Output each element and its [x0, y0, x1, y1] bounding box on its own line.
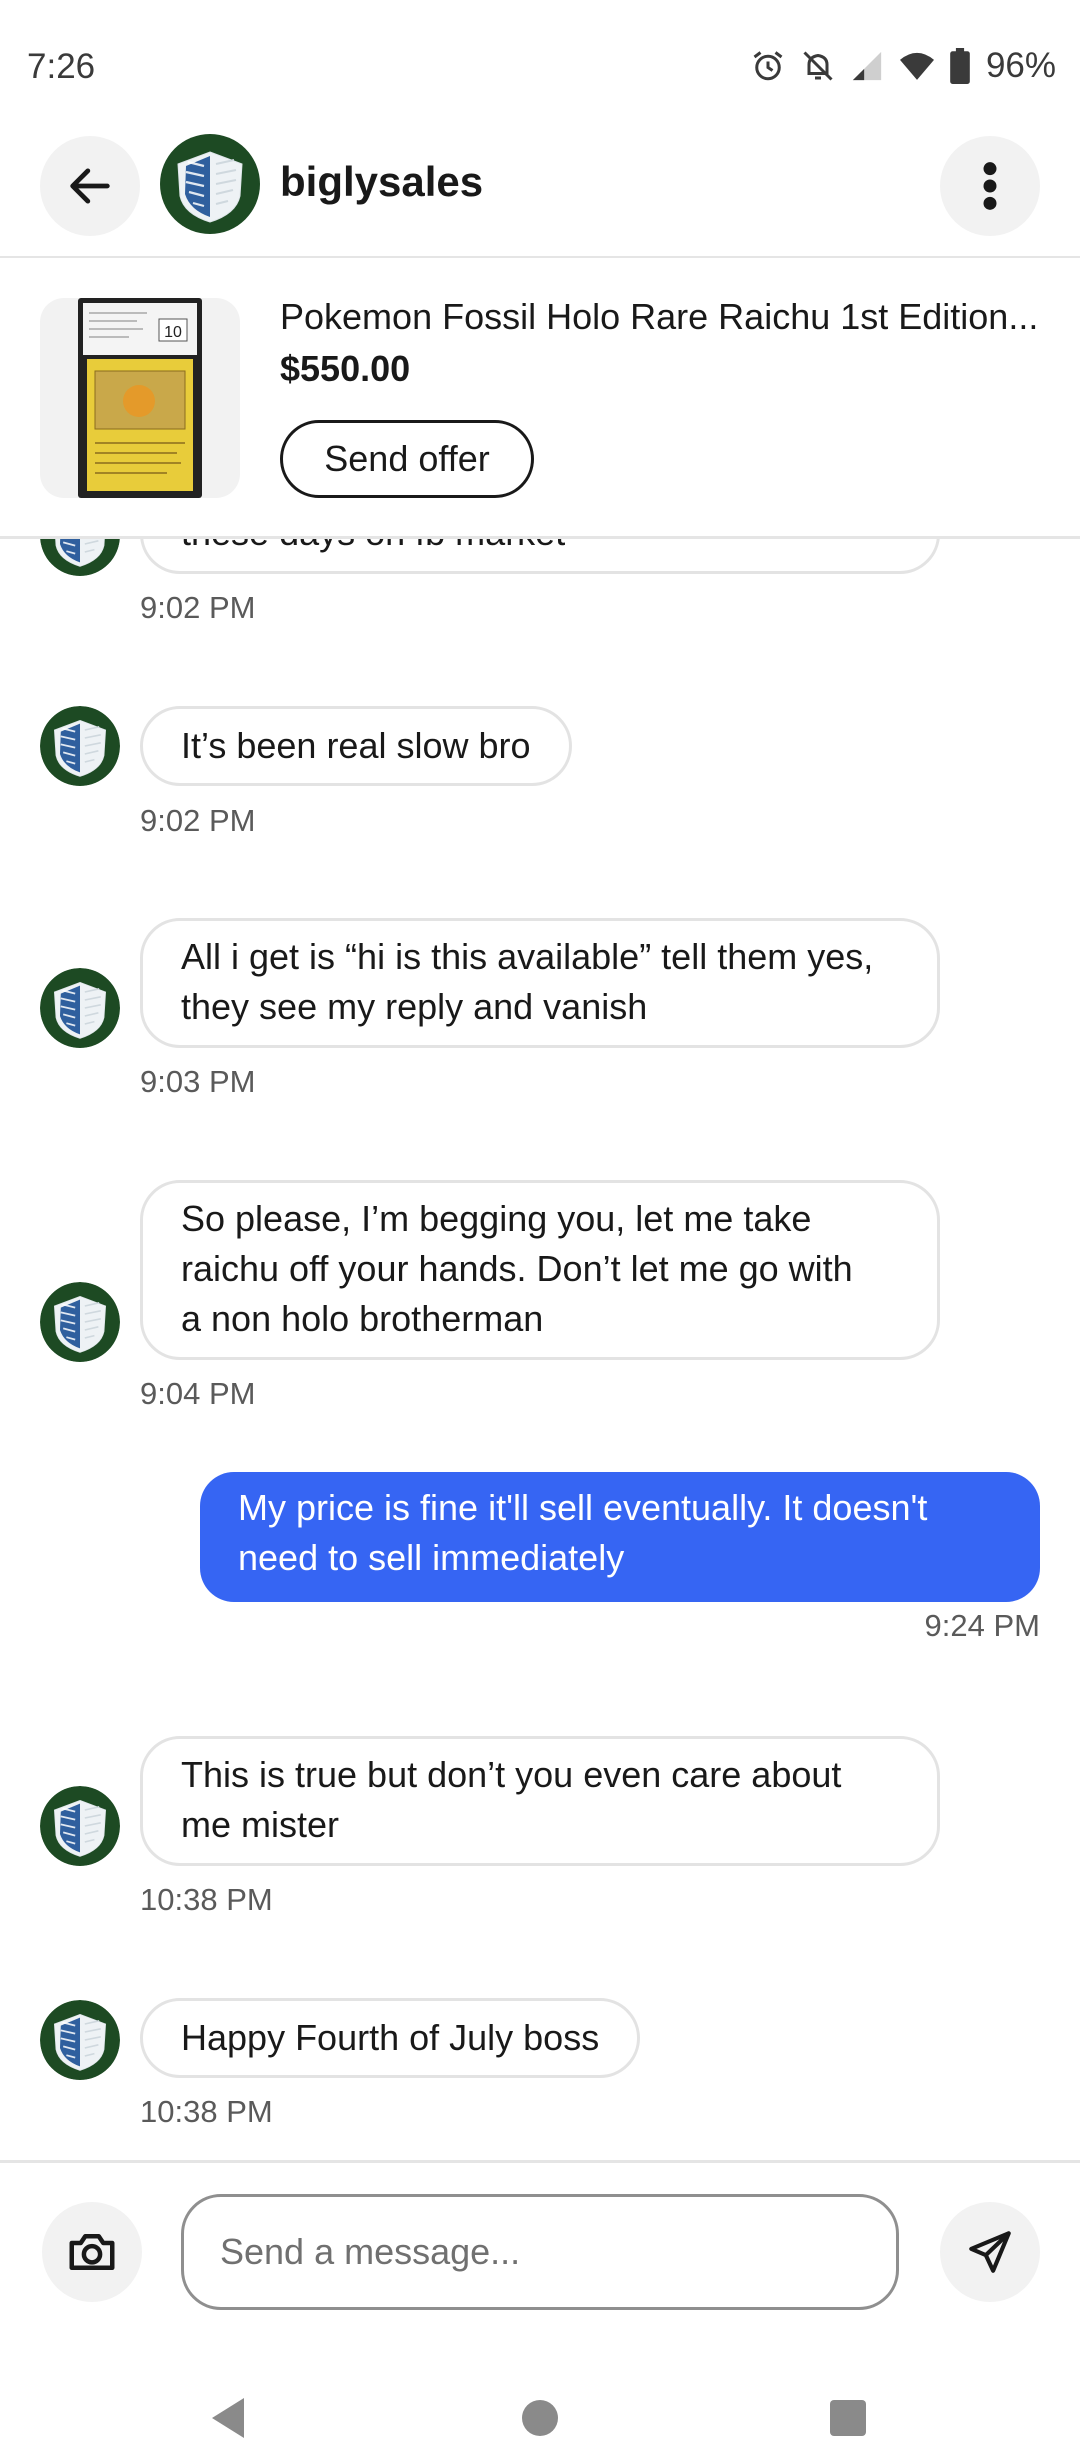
sender-avatar — [40, 2000, 120, 2080]
listing-title[interactable]: Pokemon Fossil Holo Rare Raichu 1st Edit… — [280, 296, 1038, 338]
message-text-line: a non holo brotherman — [181, 1298, 544, 1339]
message-time: 9:02 PM — [140, 803, 256, 838]
seller-avatar[interactable] — [160, 134, 260, 234]
message-text-line: raichu off your hands. Don’t let me go w… — [181, 1248, 853, 1289]
outgoing-message-bubble: My price is fine it'll sell eventually. … — [200, 1472, 1040, 1602]
seller-name[interactable]: biglysales — [280, 158, 483, 206]
message-text-line: My price is fine it'll sell eventually. … — [238, 1487, 928, 1528]
message-time: 9:04 PM — [140, 1376, 256, 1411]
message-input[interactable] — [181, 2194, 899, 2310]
message-text: It’s been real slow bro — [181, 725, 531, 766]
back-button[interactable] — [40, 136, 140, 236]
message-text: Happy Fourth of July boss — [181, 2017, 600, 2058]
send-button[interactable] — [940, 2202, 1040, 2302]
card-grade: 10 — [164, 324, 182, 341]
message-time: 10:38 PM — [140, 2094, 273, 2129]
listing-price: $550.00 — [280, 348, 411, 389]
alarm-icon — [753, 51, 783, 81]
message-text-line: me mister — [181, 1804, 340, 1845]
message-text-line: This is true but don’t you even care abo… — [181, 1754, 842, 1795]
system-nav-bar — [0, 2360, 1080, 2460]
message-text-line: All i get is “hi is this available” tell… — [181, 936, 874, 977]
message-bubble: It’s been real slow bro — [140, 706, 572, 786]
arrow-left-icon — [70, 168, 110, 204]
more-options-button[interactable] — [940, 136, 1040, 236]
sender-avatar — [40, 706, 120, 786]
sender-avatar — [40, 1786, 120, 1866]
sender-avatar — [40, 968, 120, 1048]
message-time: 9:24 PM — [924, 1608, 1040, 1643]
nav-back-icon[interactable] — [208, 2396, 248, 2440]
notifications-off-icon — [803, 51, 833, 81]
message-text-line: need to sell immediately — [238, 1537, 625, 1578]
more-vertical-icon — [983, 162, 997, 210]
wifi-icon — [899, 52, 934, 80]
nav-recents-icon[interactable] — [828, 2398, 868, 2438]
sender-avatar — [40, 1282, 120, 1362]
message-bubble: Happy Fourth of July boss — [140, 1998, 641, 2078]
send-icon — [969, 2231, 1011, 2273]
message-time: 10:38 PM — [140, 1882, 273, 1917]
camera-icon — [69, 2234, 115, 2270]
battery-icon — [950, 48, 970, 84]
message-time: 9:02 PM — [140, 590, 256, 625]
send-offer-button[interactable]: Send offer — [280, 420, 534, 498]
message-time: 9:03 PM — [140, 1064, 256, 1099]
message-bubble: So please, I’m begging you, let me take … — [140, 1180, 940, 1360]
graded-card-image: 10 — [78, 298, 202, 498]
message-bubble: All i get is “hi is this available” tell… — [140, 918, 940, 1048]
listing-thumbnail[interactable]: 10 — [40, 298, 240, 498]
signal-icon — [852, 51, 882, 81]
battery-percentage: 96% — [985, 46, 1056, 85]
message-text-line: So please, I’m begging you, let me take — [181, 1198, 812, 1239]
nav-home-icon[interactable] — [520, 2398, 560, 2438]
message-text-line: they see my reply and vanish — [181, 986, 648, 1027]
status-time: 7:26 — [27, 47, 96, 86]
message-bubble: This is true but don’t you even care abo… — [140, 1736, 940, 1866]
camera-button[interactable] — [42, 2202, 142, 2302]
status-icons: 96% — [750, 44, 1056, 88]
